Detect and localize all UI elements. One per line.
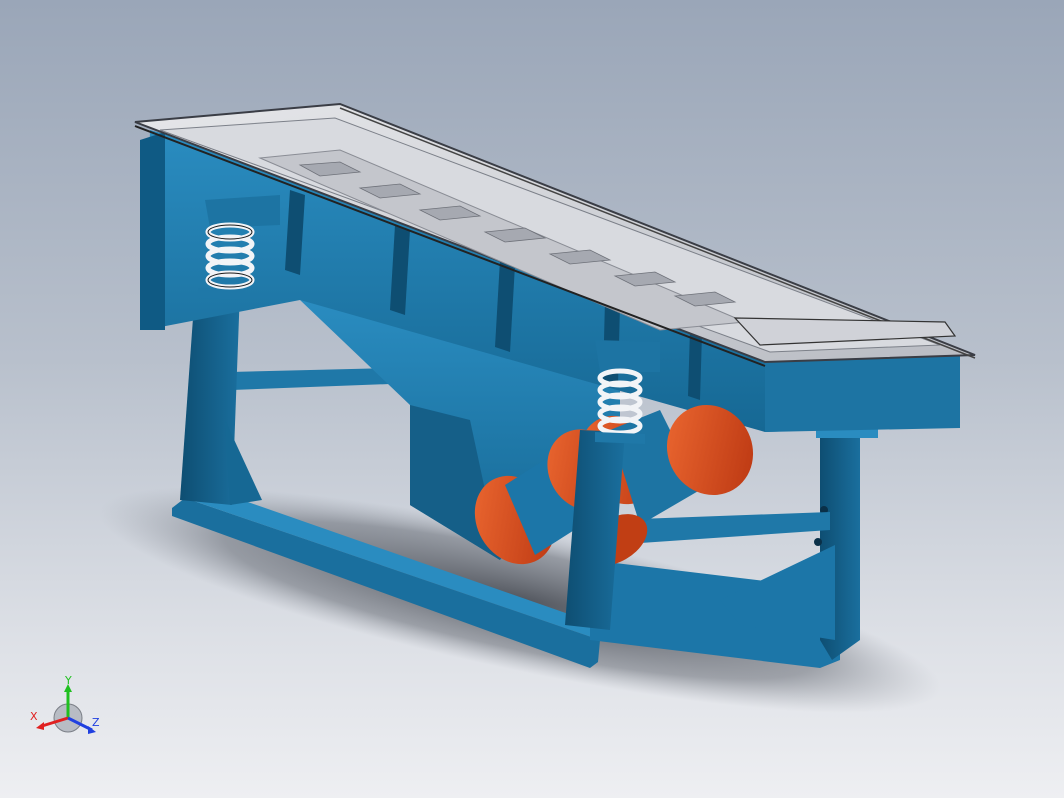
spring-seat-left xyxy=(198,288,245,300)
leg-gusset-left xyxy=(225,420,262,505)
screen-box-front xyxy=(140,132,165,330)
coordinate-triad: X Y Z xyxy=(30,676,100,734)
spring-bracket-right xyxy=(595,340,660,372)
screen-box-end xyxy=(765,350,960,432)
vibrating-screen-model[interactable] xyxy=(0,0,1064,798)
cross-brace xyxy=(230,368,390,390)
spring-seat-right xyxy=(595,432,645,444)
y-axis-label: Y xyxy=(64,676,72,687)
3d-viewport[interactable]: X Y Z xyxy=(0,0,1064,798)
spring-bracket-left xyxy=(205,195,280,228)
bolt xyxy=(814,538,822,546)
x-axis-label: X xyxy=(30,710,38,723)
z-axis-label: Z xyxy=(92,716,100,729)
